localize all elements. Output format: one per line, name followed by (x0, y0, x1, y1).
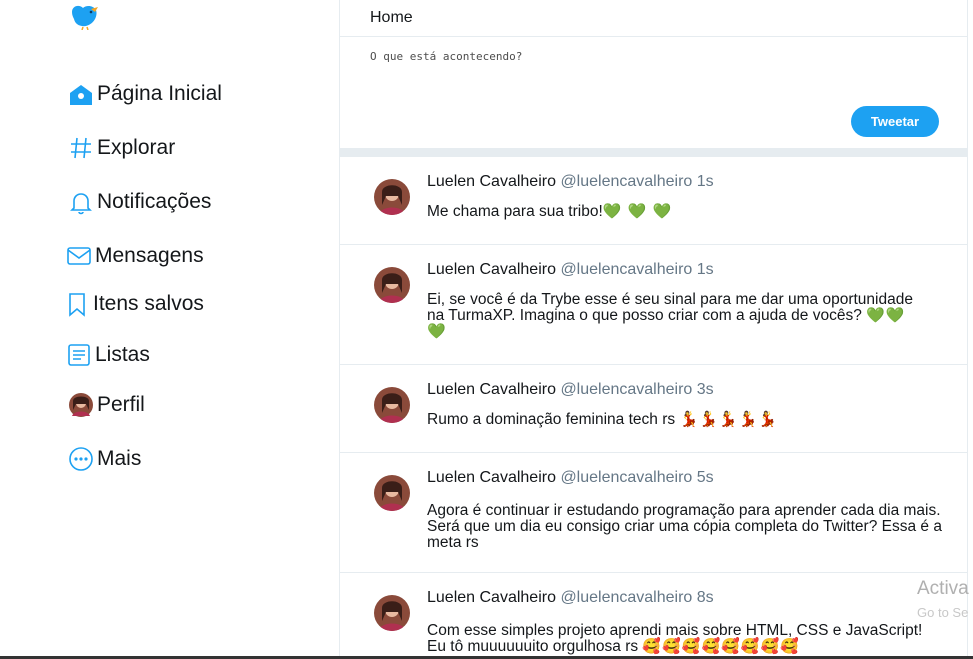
tweet[interactable]: Luelen Cavalheiro @luelencavalheiro 5s A… (340, 453, 967, 573)
mail-icon (66, 243, 92, 269)
tweet-header: Luelen Cavalheiro @luelencavalheiro 3s (427, 381, 714, 399)
heart-emoji: 💚 💚 💚 (602, 203, 673, 220)
sidebar-item-explore[interactable]: Explorar (68, 132, 175, 164)
avatar[interactable] (374, 267, 410, 303)
tweet-text: Agora é continuar ir estudando programaç… (427, 503, 942, 551)
sidebar-item-label: Página Inicial (97, 82, 222, 105)
tweet-text: Rumo a dominação feminina tech rs 💃💃💃💃💃 (427, 412, 947, 428)
tweet[interactable]: Luelen Cavalheiro @luelencavalheiro 3s R… (340, 365, 967, 453)
author-handle[interactable]: @luelencavalheiro (560, 469, 692, 486)
timeline: Home Tweetar Luelen Cavalheiro @luelenca… (339, 0, 968, 659)
list-icon (66, 342, 92, 368)
tweet-text: Com esse simples projeto aprendi mais so… (427, 623, 942, 655)
tweet-time: 5s (696, 469, 714, 486)
activation-watermark: Activa (917, 578, 969, 599)
tweet-time: 1s (696, 261, 714, 278)
author-handle[interactable]: @luelencavalheiro (560, 381, 692, 398)
tweet-time: 1s (696, 173, 714, 190)
tweet-text: Me chama para sua tribo!💚 💚 💚 (427, 204, 947, 220)
page-title: Home (340, 0, 967, 37)
sidebar-item-more[interactable]: Mais (68, 443, 141, 475)
sidebar-item-label: Notificações (97, 190, 212, 213)
author-name[interactable]: Luelen Cavalheiro (427, 261, 556, 278)
author-handle[interactable]: @luelencavalheiro (560, 173, 692, 190)
divider (340, 148, 967, 157)
tweet-body: Me chama para sua tribo! (427, 203, 603, 220)
avatar[interactable] (374, 387, 410, 423)
tweet-text: Ei, se você é da Trybe esse é seu sinal … (427, 292, 927, 340)
tweet-header: Luelen Cavalheiro @luelencavalheiro 1s (427, 173, 714, 191)
dancer-emoji: 💃💃💃💃💃 (679, 411, 778, 428)
tweet-button[interactable]: Tweetar (851, 106, 939, 137)
author-name[interactable]: Luelen Cavalheiro (427, 173, 556, 190)
more-icon (68, 446, 94, 472)
twitter-bird-icon[interactable] (69, 2, 101, 31)
sidebar-item-messages[interactable]: Mensagens (66, 240, 204, 272)
bell-icon (68, 189, 94, 215)
author-handle[interactable]: @luelencavalheiro (560, 261, 692, 278)
tweet[interactable]: Luelen Cavalheiro @luelencavalheiro 1s M… (340, 157, 967, 245)
tweet-body: Agora é continuar ir estudando programaç… (427, 502, 942, 551)
hashtag-icon (68, 135, 94, 161)
sidebar-item-label: Perfil (97, 393, 145, 416)
tweet[interactable]: Luelen Cavalheiro @luelencavalheiro 8s C… (340, 573, 967, 659)
tweet-body: Rumo a dominação feminina tech rs (427, 411, 676, 428)
avatar[interactable] (374, 595, 410, 631)
tweet-time: 3s (696, 381, 714, 398)
author-name[interactable]: Luelen Cavalheiro (427, 469, 556, 486)
compose-box: Tweetar (340, 37, 967, 148)
author-handle[interactable]: @luelencavalheiro (560, 589, 692, 606)
tweet-header: Luelen Cavalheiro @luelencavalheiro 5s (427, 469, 714, 487)
sidebar-item-bookmarks[interactable]: Itens salvos (64, 288, 204, 320)
tweet-header: Luelen Cavalheiro @luelencavalheiro 8s (427, 589, 714, 607)
sidebar-item-label: Itens salvos (93, 292, 204, 315)
avatar[interactable] (374, 179, 410, 215)
sidebar-item-lists[interactable]: Listas (66, 339, 150, 371)
compose-input[interactable] (370, 50, 930, 63)
author-name[interactable]: Luelen Cavalheiro (427, 589, 556, 606)
sidebar: Página Inicial Explorar Notificações Men… (0, 0, 339, 659)
activation-watermark-subtitle: Go to Se (917, 605, 969, 620)
sidebar-item-label: Listas (95, 343, 150, 366)
tweet[interactable]: Luelen Cavalheiro @luelencavalheiro 1s E… (340, 245, 967, 365)
sidebar-item-label: Explorar (97, 136, 176, 159)
avatar (68, 392, 94, 418)
tweet-body: Ei, se você é da Trybe esse é seu sinal … (427, 291, 913, 324)
bookmark-icon (64, 291, 90, 317)
tweet-header: Luelen Cavalheiro @luelencavalheiro 1s (427, 261, 714, 279)
author-name[interactable]: Luelen Cavalheiro (427, 381, 556, 398)
sidebar-item-profile[interactable]: Perfil (68, 389, 145, 421)
avatar[interactable] (374, 475, 410, 511)
tweet-time: 8s (696, 589, 714, 606)
sidebar-item-label: Mensagens (95, 244, 204, 267)
smiling-hearts-emoji: 🥰🥰🥰🥰🥰🥰🥰🥰 (642, 638, 800, 655)
sidebar-item-label: Mais (97, 447, 142, 470)
home-icon (68, 81, 94, 107)
sidebar-item-home[interactable]: Página Inicial (68, 78, 222, 110)
sidebar-item-notifications[interactable]: Notificações (68, 186, 211, 218)
